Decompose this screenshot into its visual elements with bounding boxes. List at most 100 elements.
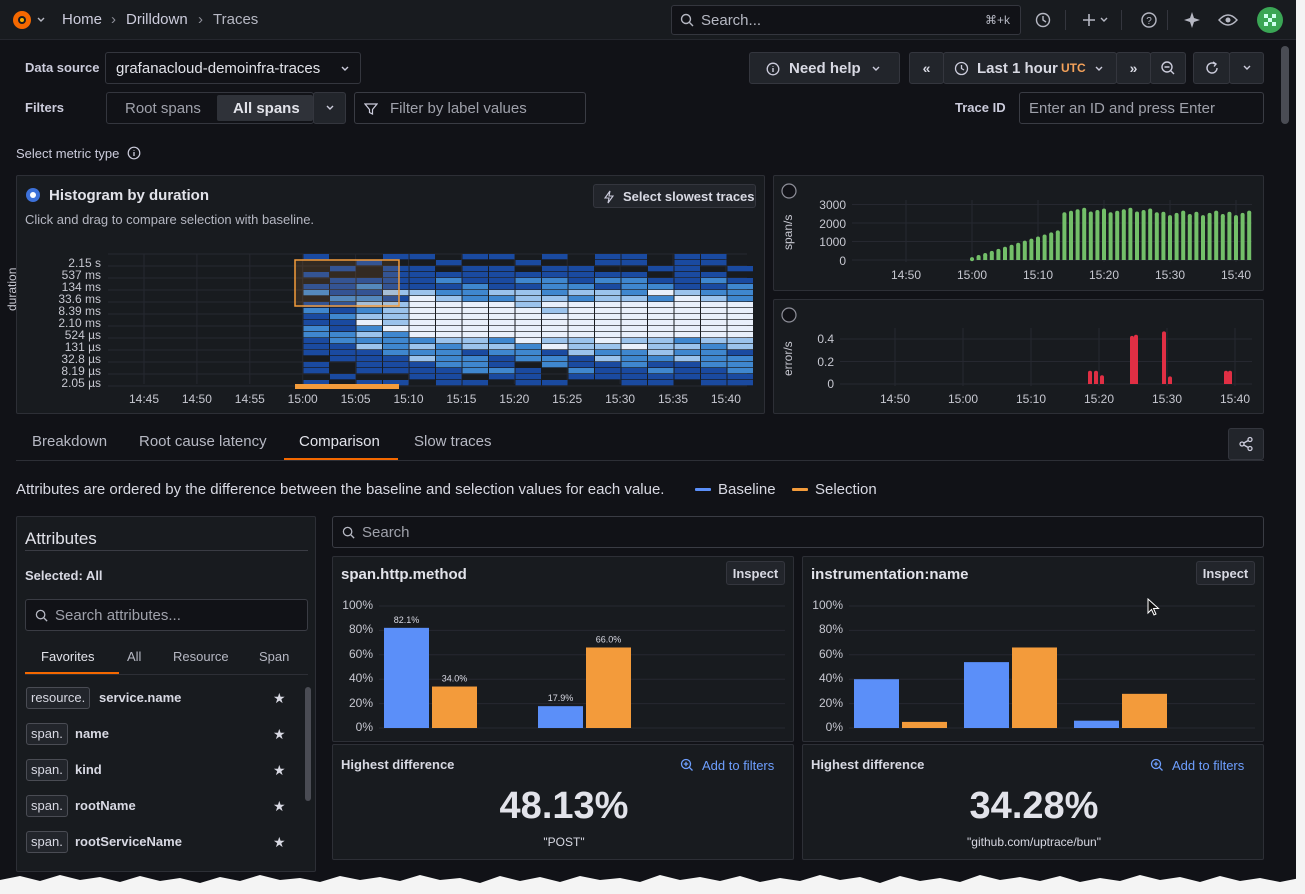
refresh-interval-dropdown[interactable] <box>1229 52 1264 84</box>
tab-slow-traces[interactable]: Slow traces <box>414 433 492 450</box>
star-icon[interactable]: ★ <box>273 690 286 707</box>
add-to-filters-link[interactable]: Add to filters <box>1172 758 1244 773</box>
span-rate-point <box>1062 212 1067 217</box>
time-range-picker[interactable]: Last 1 hour UTC <box>943 52 1117 84</box>
tab-comparison[interactable]: Comparison <box>299 433 380 450</box>
span-rate-bar <box>1016 244 1021 260</box>
time-forward-button[interactable]: » <box>1116 52 1151 84</box>
heatmap-cell <box>542 326 568 332</box>
heatmap-cell <box>489 254 515 260</box>
add-to-filters-link[interactable]: Add to filters <box>702 758 774 773</box>
heatmap-cell <box>701 278 727 284</box>
span-rate-point <box>1174 212 1179 217</box>
star-icon[interactable]: ★ <box>273 762 286 779</box>
help-icon[interactable]: ? <box>1137 8 1161 32</box>
eye-icon[interactable] <box>1216 8 1240 32</box>
attributes-search-input[interactable]: Search attributes... <box>25 599 308 631</box>
grafana-logo-icon[interactable] <box>10 8 34 32</box>
heatmap-cell <box>674 290 700 296</box>
heatmap-cell <box>674 314 700 320</box>
global-search-input[interactable]: Search... ⌘+k <box>671 5 1021 35</box>
heatmap-cell <box>701 254 727 260</box>
heatmap-cell <box>727 266 753 272</box>
heatmap-cell <box>674 254 700 260</box>
span-rate-point <box>1240 212 1245 217</box>
time-tick: 15:10 <box>1022 268 1054 282</box>
attribute-name[interactable]: name <box>75 726 109 741</box>
refresh-button[interactable] <box>1193 52 1230 84</box>
heatmap-cell <box>727 332 753 338</box>
heatmap-cell <box>409 296 435 302</box>
attr-tab-favorites[interactable]: Favorites <box>41 649 94 664</box>
heatmap-cell <box>383 368 409 374</box>
tab-root-cause-latency[interactable]: Root cause latency <box>139 433 267 450</box>
attr-tab-span[interactable]: Span <box>259 649 289 664</box>
heatmap-cell <box>462 254 488 260</box>
span-type-dropdown[interactable] <box>313 92 346 124</box>
all-spans-option[interactable]: All spans <box>233 100 300 117</box>
span-rate-point <box>1036 236 1040 241</box>
span-rate-panel[interactable]: span/s 3000 2000 1000 0 14:50 15:00 15:10 15:20… <box>773 175 1264 291</box>
error-rate-point <box>1228 370 1232 375</box>
breadcrumb-home[interactable]: Home <box>62 11 102 28</box>
baseline-bar <box>964 662 1009 728</box>
span-rate-bar <box>1240 214 1245 260</box>
heatmap-cell <box>595 290 621 296</box>
heatmap-cell <box>409 308 435 314</box>
selection-bar <box>902 721 947 728</box>
span-rate-point <box>1187 213 1192 218</box>
heatmap-cell <box>648 380 674 386</box>
tab-breakdown[interactable]: Breakdown <box>32 433 107 450</box>
heatmap-cell <box>409 332 435 338</box>
share-button[interactable] <box>1228 428 1264 460</box>
history-icon[interactable] <box>1031 8 1055 32</box>
chevron-down-icon[interactable] <box>34 8 48 32</box>
heatmap-cell <box>462 296 488 302</box>
root-spans-option[interactable]: Root spans <box>125 100 201 117</box>
star-icon[interactable]: ★ <box>273 726 286 743</box>
attribute-name[interactable]: kind <box>75 762 102 777</box>
trace-id-input[interactable]: Enter an ID and press Enter <box>1019 92 1264 124</box>
span-rate-point <box>1095 210 1100 215</box>
label-filter-input[interactable]: Filter by label values <box>354 92 586 124</box>
avatar[interactable] <box>1257 7 1283 33</box>
divider <box>1167 10 1168 30</box>
star-icon[interactable]: ★ <box>273 798 286 815</box>
span-rate-point <box>1102 208 1106 213</box>
data-source-select[interactable]: grafanacloud-demoinfra-traces <box>105 52 361 84</box>
need-help-button[interactable]: Need help <box>749 52 900 84</box>
heatmap-cell <box>648 362 674 368</box>
error-rate-panel[interactable]: error/s 0.4 0.2 0 14:50 15:00 15:10 15:20 15:30… <box>773 299 1264 414</box>
comparison-search-input[interactable]: Search <box>332 516 1264 548</box>
chevron-down-icon[interactable] <box>1097 8 1111 32</box>
attr-tab-all[interactable]: All <box>127 649 141 664</box>
sparkle-icon[interactable] <box>1180 8 1204 32</box>
page-scrollbar[interactable] <box>1281 46 1289 124</box>
attr-tab-resource[interactable]: Resource <box>173 649 229 664</box>
time-back-button[interactable]: « <box>909 52 944 84</box>
duration-heatmap[interactable] <box>17 176 766 415</box>
breadcrumb-separator: › <box>111 11 116 28</box>
http-method-bar-chart[interactable]: 82.1% 17.9% 34.0% 66.0% <box>333 557 795 743</box>
heatmap-cell <box>409 356 435 362</box>
heatmap-cell <box>701 350 727 356</box>
zoom-out-button[interactable] <box>1150 52 1186 84</box>
attribute-name[interactable]: service.name <box>99 690 181 705</box>
breadcrumb-drilldown[interactable]: Drilldown <box>126 11 188 28</box>
attribute-name[interactable]: rootServiceName <box>75 834 182 849</box>
heatmap-cell <box>436 314 462 320</box>
instrumentation-name-bar-chart[interactable] <box>803 557 1265 743</box>
attribute-name[interactable]: rootName <box>75 798 136 813</box>
heatmap-cell <box>568 350 594 356</box>
star-icon[interactable]: ★ <box>273 834 286 851</box>
heatmap-cell <box>303 362 329 368</box>
span-rate-point <box>1069 210 1073 215</box>
time-range-label: Last 1 hour <box>977 60 1058 77</box>
heatmap-cell <box>436 290 462 296</box>
heatmap-cell <box>462 308 488 314</box>
span-rate-point <box>1115 210 1120 215</box>
span-rate-bar <box>1174 214 1179 260</box>
error-rate-point <box>1100 375 1104 380</box>
histogram-panel[interactable]: Histogram by duration Click and drag to … <box>5 175 766 415</box>
span-rate-bar <box>1194 213 1199 260</box>
